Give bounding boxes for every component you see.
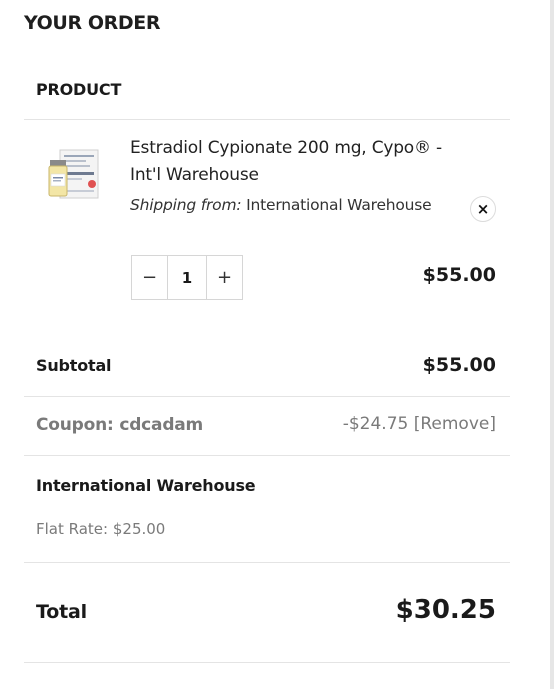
item-line-price: $55.00 <box>422 264 496 286</box>
total-row: Total $30.25 <box>24 563 510 663</box>
decrement-button[interactable]: − <box>132 256 167 299</box>
shipping-from-label: Shipping from: <box>130 196 242 214</box>
shipping-rate: Flat Rate: $25.00 <box>36 520 166 538</box>
cart-item: Estradiol Cypionate 200 mg, Cypo® - Int'… <box>24 120 510 338</box>
total-value: $30.25 <box>395 595 496 625</box>
shipping-row: International Warehouse Flat Rate: $25.0… <box>24 456 510 563</box>
order-table: PRODUCT Estradiol Cypionate 200 mg, Cypo… <box>24 60 510 663</box>
quantity-stepper: − 1 + <box>131 255 243 300</box>
close-icon: × <box>476 200 490 218</box>
remove-item-button[interactable]: × <box>470 196 496 222</box>
quantity-input[interactable]: 1 <box>167 256 207 299</box>
shipping-method-title: International Warehouse <box>36 476 256 495</box>
remove-coupon-link[interactable]: [Remove] <box>414 414 496 434</box>
product-column-header: PRODUCT <box>24 60 510 120</box>
coupon-label: Coupon: cdcadam <box>36 415 204 435</box>
product-thumbnail[interactable] <box>44 146 102 202</box>
order-title: YOUR ORDER <box>24 12 161 34</box>
product-image <box>48 149 99 199</box>
shipping-from: Shipping from: International Warehouse <box>130 196 432 214</box>
coupon-discount: -$24.75 <box>342 414 409 434</box>
subtotal-row: Subtotal $55.00 <box>24 338 510 397</box>
subtotal-label: Subtotal <box>36 356 112 375</box>
coupon-row: Coupon: cdcadam -$24.75 [Remove] <box>24 397 510 456</box>
scrollbar-track[interactable] <box>550 0 554 689</box>
subtotal-value: $55.00 <box>422 354 496 376</box>
product-name-link[interactable]: Estradiol Cypionate 200 mg, Cypo® - Int'… <box>130 135 460 189</box>
shipping-from-value: International Warehouse <box>246 196 432 214</box>
increment-button[interactable]: + <box>207 256 242 299</box>
coupon-amount: -$24.75 [Remove] <box>343 414 496 434</box>
total-label: Total <box>36 601 87 623</box>
